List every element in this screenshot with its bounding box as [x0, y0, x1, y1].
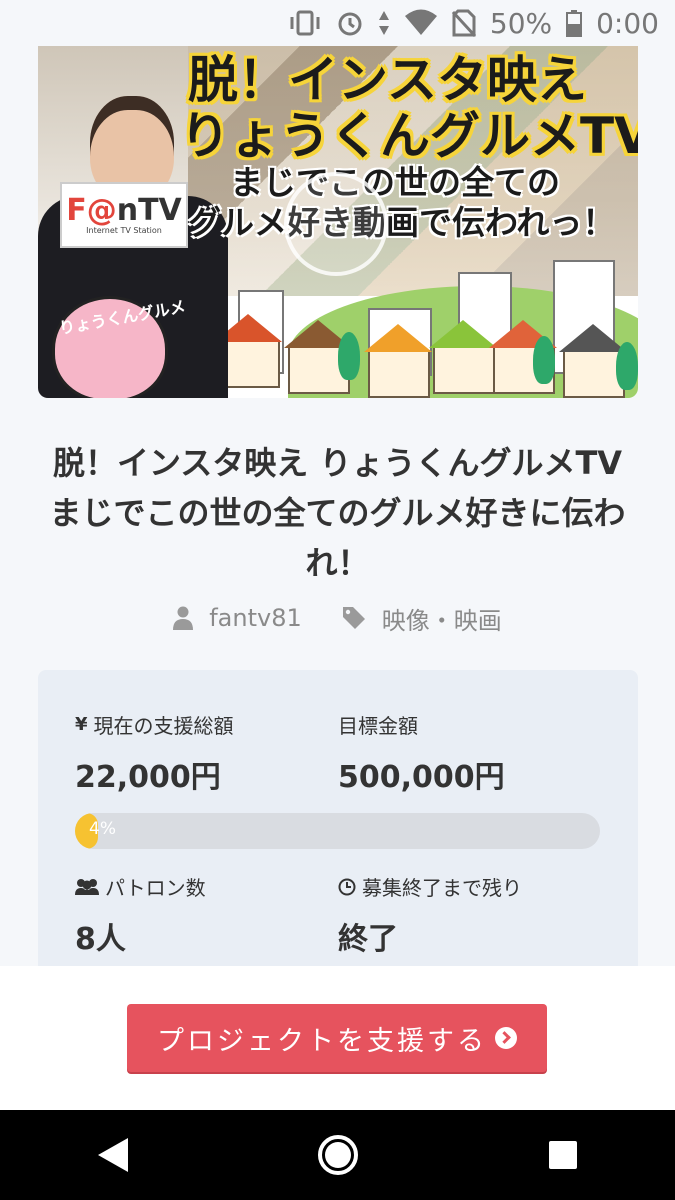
battery-percent: 50% [489, 6, 553, 40]
category-link[interactable]: 映像・映画 [342, 601, 502, 636]
user-icon [173, 606, 194, 630]
data-icon [378, 9, 390, 37]
play-icon[interactable] [284, 172, 388, 276]
owner-name: fantv81 [209, 604, 302, 632]
hero-subtitle-line-2: グルメ好き動画で伝われっ！ [188, 203, 616, 242]
fantv-sign: F@nTV Internet TV Station [60, 182, 188, 248]
users-icon [75, 878, 99, 895]
funding-progress-text: 4% [89, 819, 116, 839]
clock-icon [338, 878, 356, 895]
remaining-time-value: 終了 [338, 922, 398, 957]
category-name: 映像・映画 [381, 606, 502, 635]
fantv-tagline: Internet TV Station [86, 225, 162, 235]
fantv-logo: F@nTV [66, 192, 182, 228]
house-illustration [433, 346, 495, 394]
back-button[interactable] [83, 1125, 143, 1185]
funding-stats-card: ¥ 現在の支援総額 22,000円 目標金額 500,000円 4% パトロン数… [38, 670, 638, 1000]
owner-link[interactable]: fantv81 [173, 604, 302, 632]
recents-icon [548, 1141, 577, 1169]
project-meta: fantv81 映像・映画 [0, 598, 675, 638]
home-button[interactable] [308, 1125, 368, 1185]
current-amount-value: 22,000円 [75, 760, 221, 795]
status-bar: 50% 0:00 [0, 0, 675, 46]
no-sim-icon [451, 9, 476, 37]
support-project-label: プロジェクトを支援する [157, 1025, 487, 1057]
house-illustration [368, 350, 430, 398]
project-title: 脱！インスタ映え りょうくんグルメTV まじでこの世の全てのグルメ好きに伝われ！ [49, 444, 655, 582]
support-cta-bar: プロジェクトを支援する [0, 966, 675, 1110]
patrons-value: 8人 [75, 922, 126, 957]
alarm-icon [336, 9, 364, 37]
recents-button[interactable] [533, 1125, 593, 1185]
tag-icon [342, 607, 365, 629]
roof-illustration [429, 320, 497, 348]
clock-time: 0:00 [596, 6, 659, 40]
project-hero-video[interactable]: F@nTV Internet TV Station りょうくんグルメ 脱！インス… [38, 46, 638, 398]
home-icon [317, 1135, 358, 1175]
vibrate-icon [288, 9, 322, 37]
remaining-time-label: 募集終了まで残り [338, 872, 522, 901]
yen-icon: ¥ [75, 714, 88, 735]
tree-illustration [533, 336, 555, 384]
wifi-icon [404, 9, 438, 37]
roof-illustration [364, 324, 432, 352]
goal-amount-value: 500,000円 [338, 760, 505, 795]
support-project-button[interactable]: プロジェクトを支援する [127, 1004, 547, 1072]
tree-illustration [338, 332, 360, 380]
current-amount-label: ¥ 現在の支援総額 [75, 714, 234, 738]
chevron-right-circle-icon [495, 1027, 517, 1049]
patrons-label: パトロン数 [75, 872, 206, 901]
battery-icon [566, 9, 583, 37]
roof-illustration [559, 324, 627, 352]
goal-amount-label: 目標金額 [338, 714, 418, 738]
tree-illustration [616, 342, 638, 390]
back-icon [97, 1138, 128, 1172]
funding-progress-bar: 4% [75, 813, 600, 849]
system-navigation-bar [0, 1110, 675, 1200]
